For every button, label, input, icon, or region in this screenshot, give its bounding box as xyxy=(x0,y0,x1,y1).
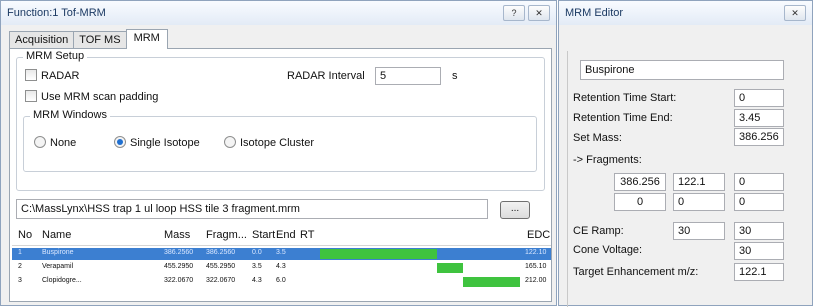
radio-none[interactable]: None xyxy=(34,136,76,149)
row-fragment: 455.2950 xyxy=(206,263,236,270)
rt-end-input[interactable]: 3.45 xyxy=(734,109,784,127)
radio-none-circle[interactable] xyxy=(34,136,46,148)
col-edc[interactable]: EDC xyxy=(527,229,550,241)
cone-voltage-label: Cone Voltage: xyxy=(573,244,643,256)
row-mass: 386.2560 xyxy=(164,249,194,256)
set-mass-input[interactable]: 386.256 xyxy=(734,128,784,146)
col-end[interactable]: End xyxy=(276,229,296,241)
mrm-editor-titlebar[interactable]: MRM Editor ✕ xyxy=(559,1,812,25)
table-row[interactable]: 2 Verapamil 455.2950 455.2950 3.5 4.3 165.10 xyxy=(12,262,551,274)
row-no: 3 xyxy=(18,277,22,284)
tab-tof-ms[interactable]: TOF MS xyxy=(73,31,127,49)
radio-single-isotope-label: Single Isotope xyxy=(130,137,200,149)
fragment-cell-1-2[interactable]: 122.1 xyxy=(673,173,725,191)
fragment-cell-1-3[interactable]: 0 xyxy=(734,173,784,191)
compound-name-field[interactable]: Buspirone xyxy=(580,60,784,80)
mrm-editor-title: MRM Editor xyxy=(565,7,624,19)
rt-window-bar xyxy=(463,277,520,287)
row-start: 4.3 xyxy=(252,277,262,284)
radio-isotope-cluster[interactable]: Isotope Cluster xyxy=(224,136,314,149)
ce-ramp-end-input[interactable]: 30 xyxy=(734,222,784,240)
help-button[interactable]: ? xyxy=(503,5,525,21)
radar-label: RADAR xyxy=(41,70,80,82)
radar-checkbox-box[interactable] xyxy=(25,69,37,81)
table-row[interactable]: 3 Clopidogre... 322.0670 322.0670 4.3 6.0 212.… xyxy=(12,276,551,288)
col-fragment[interactable]: Fragm... xyxy=(206,229,247,241)
target-enhancement-label: Target Enhancement m/z: xyxy=(573,266,699,278)
target-enhancement-input[interactable]: 122.1 xyxy=(734,263,784,281)
scan-padding-label: Use MRM scan padding xyxy=(41,91,159,103)
row-end: 4.3 xyxy=(276,263,286,270)
row-edc: 165.10 xyxy=(525,263,547,270)
row-start: 0.0 xyxy=(252,249,262,256)
scan-padding-checkbox-box[interactable] xyxy=(25,90,37,102)
row-no: 2 xyxy=(18,263,22,270)
fragment-cell-2-3[interactable]: 0 xyxy=(734,193,784,211)
fragments-label: -> Fragments: xyxy=(573,154,642,166)
row-edc: 122.10 xyxy=(525,249,547,256)
rt-start-label: Retention Time Start: xyxy=(573,92,677,104)
table-row[interactable]: 1 Buspirone 386.2560 386.2560 0.0 3.5 122.10 xyxy=(12,248,551,260)
col-rt[interactable]: RT xyxy=(300,229,314,241)
radio-single-isotope[interactable]: Single Isotope xyxy=(114,136,200,149)
radar-interval-label: RADAR Interval xyxy=(287,70,365,82)
row-mass: 455.2950 xyxy=(164,263,194,270)
mrm-table-header: No Name Mass Fragm... Start End RT EDC xyxy=(12,226,551,246)
radio-isotope-cluster-circle[interactable] xyxy=(224,136,236,148)
radar-interval-input[interactable]: 5 xyxy=(375,67,441,85)
browse-button[interactable]: ... xyxy=(500,201,530,219)
file-path-field[interactable]: C:\MassLynx\HSS trap 1 ul loop HSS tile … xyxy=(16,199,488,219)
row-fragment: 386.2560 xyxy=(206,249,236,256)
mrm-tab-panel: MRM Setup RADAR Use MRM scan padding RAD… xyxy=(9,48,552,302)
tab-strip: Acquisition TOF MS MRM xyxy=(9,29,168,49)
mrm-windows-group: MRM Windows None Single Isotope Isotope … xyxy=(23,109,537,172)
radio-none-label: None xyxy=(50,137,77,149)
mrm-windows-legend: MRM Windows xyxy=(30,109,110,121)
ce-ramp-label: CE Ramp: xyxy=(573,225,624,237)
row-start: 3.5 xyxy=(252,263,262,270)
row-end: 3.5 xyxy=(276,249,286,256)
rt-window-bar xyxy=(320,249,437,259)
tab-mrm[interactable]: MRM xyxy=(125,29,168,49)
function-window: Function:1 Tof-MRM ? ✕ Acquisition TOF M… xyxy=(0,0,557,306)
function-window-title: Function:1 Tof-MRM xyxy=(7,7,106,19)
col-name[interactable]: Name xyxy=(42,229,71,241)
radio-single-isotope-circle[interactable] xyxy=(114,136,126,148)
col-start[interactable]: Start xyxy=(252,229,275,241)
row-no: 1 xyxy=(18,249,22,256)
row-name: Verapamil xyxy=(42,263,74,270)
function-window-titlebar[interactable]: Function:1 Tof-MRM ? ✕ xyxy=(1,1,556,25)
row-end: 6.0 xyxy=(276,277,286,284)
radar-checkbox[interactable]: RADAR xyxy=(25,69,80,82)
ce-ramp-start-input[interactable]: 30 xyxy=(673,222,725,240)
mrm-setup-legend: MRM Setup xyxy=(23,50,88,62)
mrm-setup-group: MRM Setup RADAR Use MRM scan padding RAD… xyxy=(16,50,545,191)
fragment-cell-2-2[interactable]: 0 xyxy=(673,193,725,211)
editor-divider xyxy=(567,51,568,307)
row-mass: 322.0670 xyxy=(164,277,194,284)
radio-isotope-cluster-label: Isotope Cluster xyxy=(240,137,314,149)
fragment-cell-2-1[interactable]: 0 xyxy=(614,193,666,211)
mrm-editor-window: MRM Editor ✕ Buspirone Retention Time St… xyxy=(558,0,813,307)
close-button[interactable]: ✕ xyxy=(528,5,550,21)
radar-interval-unit: s xyxy=(452,70,458,82)
rt-start-input[interactable]: 0 xyxy=(734,89,784,107)
scan-padding-checkbox[interactable]: Use MRM scan padding xyxy=(25,90,158,103)
col-no[interactable]: No xyxy=(18,229,32,241)
tab-acquisition[interactable]: Acquisition xyxy=(9,31,75,49)
row-name: Clopidogre... xyxy=(42,277,82,284)
row-edc: 212.00 xyxy=(525,277,547,284)
rt-window-bar xyxy=(436,263,464,273)
row-fragment: 322.0670 xyxy=(206,277,236,284)
cone-voltage-input[interactable]: 30 xyxy=(734,242,784,260)
rt-end-label: Retention Time End: xyxy=(573,112,673,124)
set-mass-label: Set Mass: xyxy=(573,132,622,144)
mrm-editor-close-button[interactable]: ✕ xyxy=(784,5,806,21)
col-mass[interactable]: Mass xyxy=(164,229,190,241)
fragment-cell-1-1[interactable]: 386.256 xyxy=(614,173,666,191)
row-name: Buspirone xyxy=(42,249,74,256)
